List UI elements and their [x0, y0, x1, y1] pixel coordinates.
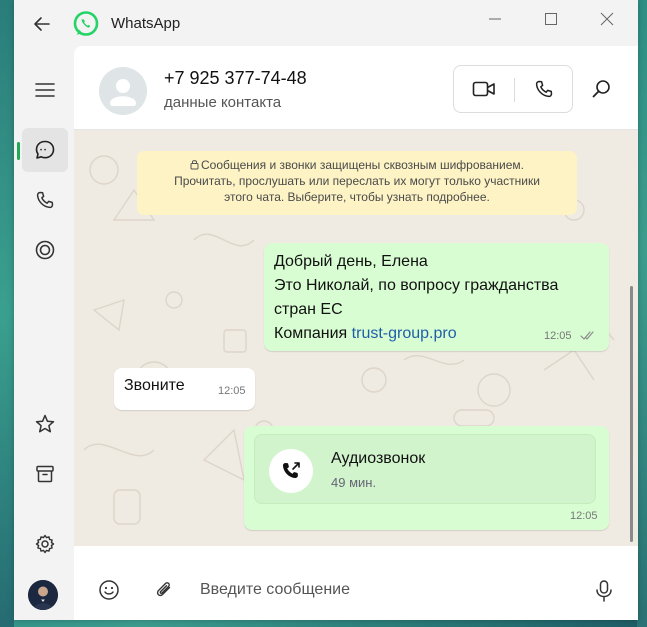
microphone-icon[interactable]	[593, 579, 615, 603]
message-time: 12:05	[218, 385, 246, 397]
message-line: Добрый день, Елена	[274, 253, 428, 270]
sidebar-item-status[interactable]	[22, 228, 68, 272]
desktop-background-right	[637, 0, 647, 627]
search-icon[interactable]	[589, 76, 615, 102]
message-line: Компания trust-group.pro	[274, 322, 558, 346]
sidebar-item-archived[interactable]	[22, 452, 68, 496]
sidebar	[14, 46, 74, 620]
title-bar: WhatsApp	[14, 0, 638, 46]
message-input[interactable]	[200, 574, 570, 606]
message-composer	[74, 546, 638, 620]
emoji-icon[interactable]	[98, 579, 120, 601]
video-call-button[interactable]	[454, 66, 514, 112]
message-outgoing-call[interactable]: Аудиозвонок 49 мин. 12:05	[244, 426, 609, 530]
sidebar-item-settings[interactable]	[22, 522, 68, 566]
app-title: WhatsApp	[111, 15, 181, 32]
profile-avatar[interactable]	[28, 580, 58, 610]
sidebar-item-starred[interactable]	[22, 402, 68, 446]
active-indicator	[17, 142, 20, 160]
double-check-icon	[580, 331, 594, 340]
gear-icon	[35, 534, 55, 554]
phone-icon	[535, 80, 553, 98]
lock-icon	[190, 160, 199, 170]
message-incoming[interactable]: Звоните 12:05	[114, 368, 255, 410]
contact-name[interactable]: +7 925 377-74-48	[164, 68, 307, 89]
close-icon[interactable]	[600, 12, 614, 26]
whatsapp-logo-icon	[73, 11, 99, 36]
call-duration: 49 мин.	[331, 475, 377, 490]
message-line: стран ЕС	[274, 301, 343, 318]
message-line-prefix: Компания	[274, 325, 352, 342]
encryption-notice-text: Прочитать, прослушать или переслать их м…	[174, 174, 540, 188]
archive-icon	[36, 465, 54, 483]
sidebar-item-calls[interactable]	[22, 178, 68, 222]
scrollbar[interactable]	[630, 286, 633, 542]
conversation-panel: +7 925 377-74-48 данные контакта Сообщен…	[74, 46, 638, 620]
call-title: Аудиозвонок	[331, 450, 426, 467]
maximize-icon[interactable]	[544, 12, 558, 26]
minimize-icon[interactable]	[488, 12, 502, 26]
star-icon	[35, 414, 55, 433]
contact-avatar[interactable]	[99, 67, 147, 115]
encryption-notice-text: Сообщения и звонки защищены сквозным шиф…	[201, 158, 524, 172]
message-outgoing[interactable]: Добрый день, Елена Это Николай, по вопро…	[264, 243, 609, 351]
encryption-notice[interactable]: Сообщения и звонки защищены сквозным шиф…	[137, 151, 577, 215]
call-icon-badge	[269, 449, 313, 493]
sidebar-item-menu[interactable]	[22, 68, 68, 112]
voice-call-button[interactable]	[515, 66, 573, 112]
message-list[interactable]: Сообщения и звонки защищены сквозным шиф…	[74, 130, 638, 546]
desktop-background-left	[0, 0, 14, 627]
message-text: Звоните	[124, 377, 185, 394]
whatsapp-window: WhatsApp +7 925 377-74-48 данные контакт…	[14, 0, 638, 620]
message-time: 12:05	[570, 510, 598, 522]
encryption-notice-line: Сообщения и звонки защищены сквозным шиф…	[145, 157, 569, 173]
hamburger-icon	[35, 83, 55, 97]
message-text: Добрый день, Елена Это Николай, по вопро…	[274, 250, 558, 346]
message-link[interactable]: trust-group.pro	[352, 325, 457, 342]
paperclip-icon[interactable]	[153, 579, 175, 601]
chat-header: +7 925 377-74-48 данные контакта	[74, 46, 638, 130]
chat-bubble-icon	[35, 140, 55, 159]
audio-call-card[interactable]: Аудиозвонок 49 мин.	[254, 434, 596, 504]
outgoing-call-icon	[282, 462, 300, 479]
video-camera-icon	[472, 81, 495, 97]
status-ring-icon	[35, 240, 55, 260]
message-time: 12:05	[544, 330, 572, 342]
encryption-notice-text: этого чата. Выберите, чтобы узнать подро…	[224, 190, 490, 204]
arrow-left-icon[interactable]	[32, 14, 52, 34]
message-line: Это Николай, по вопросу гражданства	[274, 277, 559, 294]
contact-info-link[interactable]: данные контакта	[164, 94, 281, 111]
default-avatar-icon	[99, 67, 147, 115]
sidebar-item-chats[interactable]	[22, 128, 68, 172]
phone-icon	[36, 191, 54, 209]
avatar-photo	[28, 580, 58, 610]
call-buttons-group	[453, 65, 573, 113]
